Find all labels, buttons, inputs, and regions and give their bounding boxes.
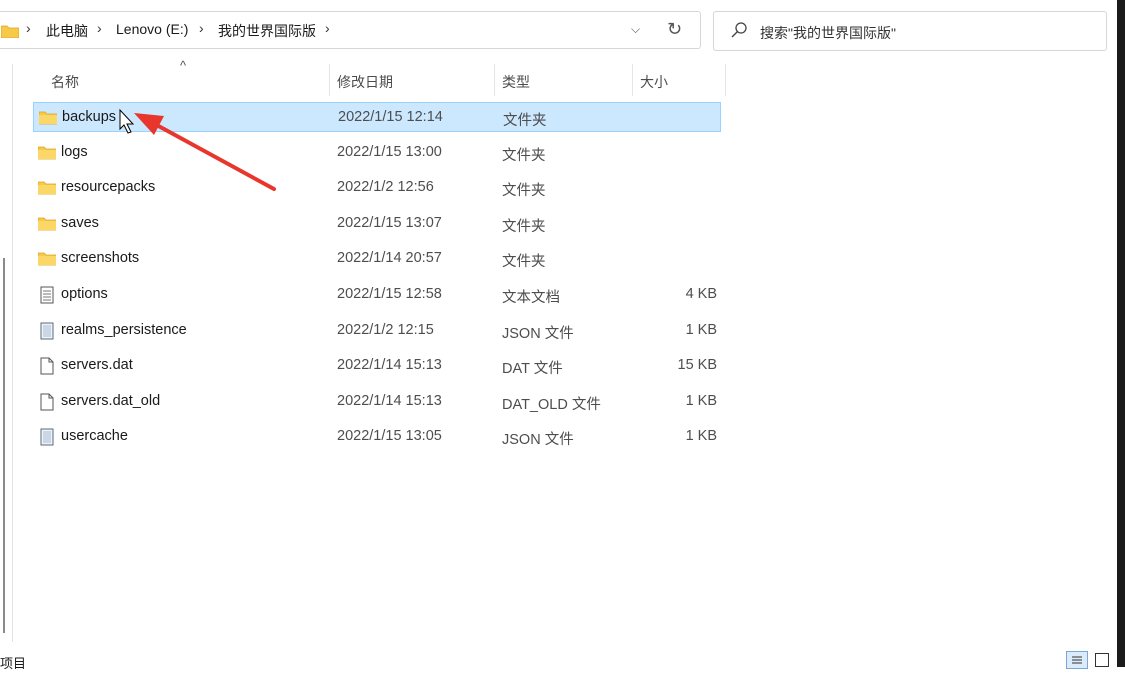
file-row[interactable]: servers.dat 2022/1/14 15:13 DAT 文件 15 KB: [33, 351, 721, 381]
chevron-down-icon[interactable]: ⌵: [631, 22, 640, 37]
file-row[interactable]: screenshots 2022/1/14 20:57 文件夹: [33, 244, 721, 274]
column-divider[interactable]: [329, 64, 330, 96]
folder-icon: [37, 250, 57, 266]
file-type: 文件夹: [503, 113, 547, 129]
file-type: 文件夹: [502, 148, 546, 164]
navigation-scrollbar[interactable]: [3, 258, 5, 633]
file-name: realms_persistence: [61, 322, 187, 338]
file-name: resourcepacks: [61, 179, 156, 195]
file-date-modified: 2022/1/15 13:07: [337, 215, 442, 231]
details-view-icon: [1072, 656, 1082, 664]
file-date-modified: 2022/1/15 12:58: [337, 286, 442, 302]
status-item-count: 项目: [0, 656, 27, 671]
search-placeholder: 搜索"我的世界国际版": [760, 25, 896, 41]
file-name: backups: [62, 109, 117, 125]
folder-icon: [37, 215, 57, 231]
file-type: 文件夹: [502, 183, 546, 199]
file-name: servers.dat: [61, 357, 133, 373]
file-type: 文本文档: [502, 290, 560, 306]
file-size: 15 KB: [677, 357, 718, 373]
folder-icon: [1, 25, 19, 38]
file-size: 1 KB: [685, 322, 717, 338]
navigation-pane[interactable]: [0, 64, 13, 642]
file-date-modified: 2022/1/15 12:14: [338, 109, 443, 125]
file-name: servers.dat_old: [61, 393, 161, 409]
file-date-modified: 2022/1/14 20:57: [337, 250, 442, 266]
file-name: options: [61, 286, 108, 302]
file-type: JSON 文件: [502, 326, 574, 342]
window-edge: [1117, 0, 1125, 667]
file-size: 4 KB: [685, 286, 717, 302]
json-file-icon: [38, 322, 56, 340]
file-date-modified: 2022/1/15 13:00: [337, 144, 442, 160]
file-date-modified: 2022/1/14 15:13: [337, 357, 442, 373]
column-divider[interactable]: [494, 64, 495, 96]
column-header-type[interactable]: 类型: [502, 72, 530, 92]
file-row[interactable]: saves 2022/1/15 13:07 文件夹: [33, 209, 721, 239]
file-type: DAT 文件: [502, 361, 563, 377]
file-type: 文件夹: [502, 219, 546, 235]
file-name: usercache: [61, 428, 128, 444]
file-row[interactable]: servers.dat_old 2022/1/14 15:13 DAT_OLD 文件…: [33, 387, 721, 417]
breadcrumb-separator[interactable]: ›: [26, 20, 31, 36]
sort-ascending-icon: ^: [180, 58, 187, 73]
file-row[interactable]: options 2022/1/15 12:58 文本文档 4 KB: [33, 280, 721, 310]
column-divider[interactable]: [725, 64, 726, 96]
column-header-date[interactable]: 修改日期: [337, 72, 393, 92]
file-date-modified: 2022/1/2 12:56: [337, 179, 434, 195]
breadcrumb-separator[interactable]: ›: [199, 20, 204, 36]
breadcrumb-separator[interactable]: ›: [325, 20, 330, 36]
file-row[interactable]: usercache 2022/1/15 13:05 JSON 文件 1 KB: [33, 422, 721, 452]
breadcrumb-separator[interactable]: ›: [97, 20, 102, 36]
blank-file-icon: [38, 357, 56, 375]
file-size: 1 KB: [685, 393, 717, 409]
file-date-modified: 2022/1/15 13:05: [337, 428, 442, 444]
folder-icon: [38, 109, 58, 125]
address-bar[interactable]: › 此电脑 › Lenovo (E:) › 我的世界国际版 › ⌵ ↻: [0, 11, 701, 49]
search-icon: [731, 22, 747, 38]
breadcrumb-drive-e[interactable]: Lenovo (E:): [116, 21, 188, 37]
file-row[interactable]: resourcepacks 2022/1/2 12:56 文件夹: [33, 173, 721, 203]
search-input[interactable]: 搜索"我的世界国际版": [713, 11, 1107, 51]
file-name: logs: [61, 144, 88, 160]
refresh-icon[interactable]: ↻: [667, 19, 682, 40]
blank-file-icon: [38, 393, 56, 411]
breadcrumb-this-pc[interactable]: 此电脑: [46, 21, 88, 41]
file-size: 1 KB: [685, 428, 717, 444]
json-file-icon: [38, 428, 56, 446]
folder-icon: [37, 179, 57, 195]
details-view-button[interactable]: [1066, 651, 1088, 669]
column-header-size[interactable]: 大小: [640, 72, 668, 92]
file-type: 文件夹: [502, 254, 546, 270]
file-date-modified: 2022/1/14 15:13: [337, 393, 442, 409]
file-type: DAT_OLD 文件: [502, 397, 601, 413]
file-date-modified: 2022/1/2 12:15: [337, 322, 434, 338]
file-name: screenshots: [61, 250, 140, 266]
breadcrumb-current-folder[interactable]: 我的世界国际版: [218, 21, 316, 41]
folder-icon: [37, 144, 57, 160]
column-header-name[interactable]: 名称: [51, 72, 79, 92]
column-divider[interactable]: [632, 64, 633, 96]
file-row[interactable]: backups 2022/1/15 12:14 文件夹: [33, 102, 721, 132]
file-name: saves: [61, 215, 99, 231]
file-row[interactable]: logs 2022/1/15 13:00 文件夹: [33, 138, 721, 168]
large-icons-view-button[interactable]: [1095, 653, 1109, 667]
file-row[interactable]: realms_persistence 2022/1/2 12:15 JSON 文件 1…: [33, 316, 721, 346]
file-type: JSON 文件: [502, 432, 574, 448]
text-document-icon: [38, 286, 56, 304]
